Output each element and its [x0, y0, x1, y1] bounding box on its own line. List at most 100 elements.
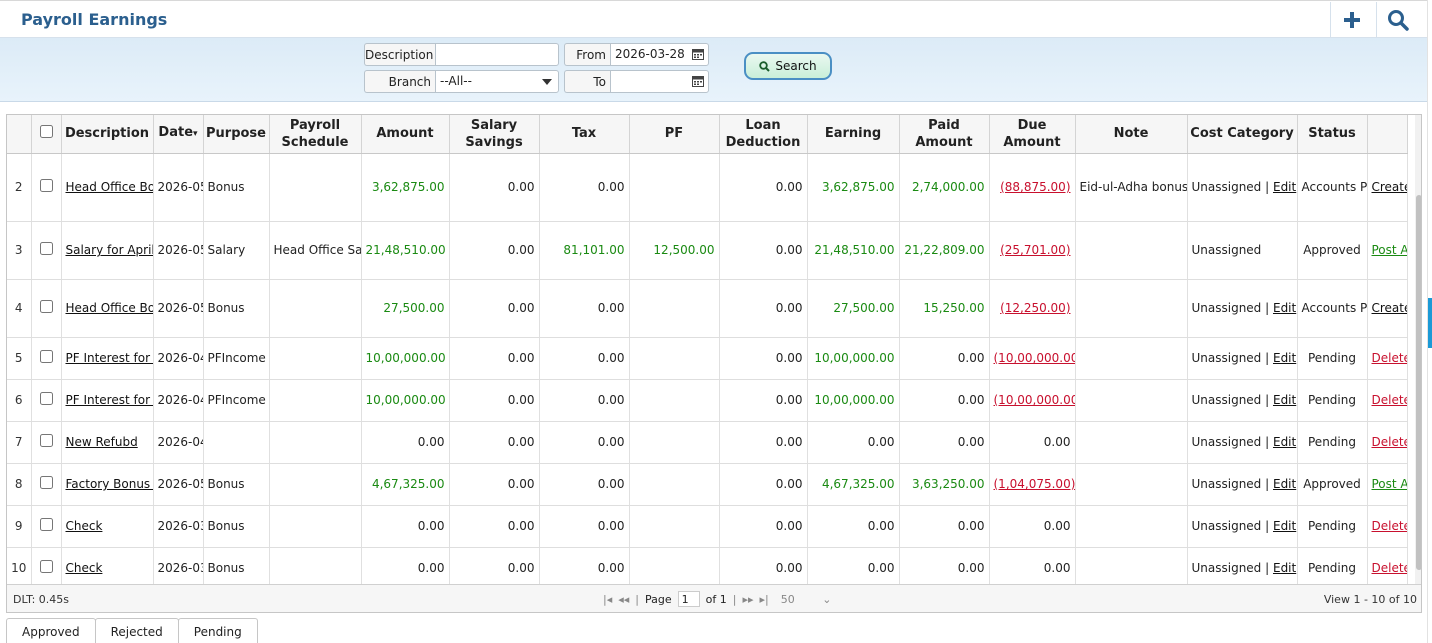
load-time-text: DLT: 0.45s: [13, 593, 70, 606]
create-payment-link[interactable]: Create Payme: [1372, 301, 1407, 315]
header-purpose[interactable]: Purpose: [203, 115, 270, 154]
header-date[interactable]: Date▾: [153, 115, 204, 154]
branch-select[interactable]: --All--: [435, 70, 559, 93]
edit-link[interactable]: Edit: [1273, 180, 1296, 194]
header-paid-amount[interactable]: Paid Amount: [899, 115, 990, 154]
edit-link[interactable]: Edit: [1273, 301, 1296, 315]
header-amount[interactable]: Amount: [361, 115, 450, 154]
edit-link[interactable]: Edit: [1273, 519, 1296, 533]
description-link[interactable]: Check: [66, 561, 103, 575]
post-accounts-link[interactable]: Post Accou: [1372, 477, 1407, 491]
due-amount-value[interactable]: (10,00,000.00): [994, 393, 1075, 407]
delete-link[interactable]: Delete: [1372, 519, 1407, 533]
due-amount-cell: (12,250.00): [989, 279, 1076, 338]
row-checkbox[interactable]: [39, 559, 53, 573]
edit-link[interactable]: Edit: [1273, 393, 1296, 407]
edit-link[interactable]: Edit: [1273, 561, 1296, 575]
header-cost-category[interactable]: Cost Category: [1187, 115, 1298, 154]
calendar-icon[interactable]: [692, 75, 704, 87]
header-note[interactable]: Note: [1075, 115, 1188, 154]
due-amount-value[interactable]: (25,701.00): [1000, 243, 1070, 257]
cost-category-cell: Unassigned | Edit: [1187, 153, 1298, 222]
row-checkbox[interactable]: [39, 349, 53, 363]
pf-cell: 12,500.00: [629, 221, 720, 280]
delete-link[interactable]: Delete: [1372, 435, 1407, 449]
row-checkbox[interactable]: [39, 299, 53, 313]
tab-approved[interactable]: Approved: [6, 618, 96, 643]
due-amount-value[interactable]: (88,875.00): [1000, 180, 1070, 194]
first-page-icon[interactable]: |◂: [603, 593, 612, 606]
due-amount-value[interactable]: (10,00,000.00): [994, 351, 1075, 365]
note-cell: [1075, 279, 1188, 338]
row-number: 8: [7, 463, 32, 506]
description-link[interactable]: New Refubd: [66, 435, 138, 449]
status-cell: Pending: [1297, 379, 1368, 422]
edit-link[interactable]: Edit: [1273, 351, 1296, 365]
table-row[interactable]: 2 Head Office Bonus Policy 20262026-05-03…: [7, 153, 1408, 222]
header-salary-savings[interactable]: Salary Savings: [449, 115, 540, 154]
description-link[interactable]: Head Office Bonus Policy 2026: [66, 180, 153, 194]
vertical-scrollbar[interactable]: [1415, 115, 1421, 584]
description-link[interactable]: PF Interest for 2026: [66, 351, 153, 365]
description-input[interactable]: [435, 43, 559, 66]
due-amount-value[interactable]: (1,04,075.00): [994, 477, 1075, 491]
row-select-cell: [31, 463, 62, 506]
page-number-input[interactable]: [677, 591, 700, 607]
table-row[interactable]: 4 Head Office Bonus Policy 20262026-05-25…: [7, 279, 1408, 338]
create-payment-link[interactable]: Create Payme: [1372, 180, 1407, 194]
scrollbar-thumb[interactable]: [1416, 195, 1421, 570]
table-row[interactable]: 5 PF Interest for 20262026-04-26PFIncome …: [7, 337, 1408, 380]
description-link[interactable]: Check: [66, 519, 103, 533]
description-link[interactable]: Factory Bonus Policy 2026: [66, 477, 153, 491]
prev-page-icon[interactable]: ◂◂: [618, 593, 629, 606]
search-icon: [759, 60, 771, 72]
last-page-icon[interactable]: ▸|: [760, 593, 769, 606]
description-link[interactable]: Head Office Bonus Policy 2026: [66, 301, 153, 315]
table-row[interactable]: 6 PF Interest for 20262026-04-26PFIncome …: [7, 379, 1408, 422]
description-link[interactable]: Salary for April, 2026: [66, 243, 153, 257]
tax-cell: 0.00: [539, 505, 630, 548]
from-date-input[interactable]: 2026-03-28: [610, 43, 709, 66]
header-pf[interactable]: PF: [629, 115, 720, 154]
calendar-icon[interactable]: [692, 48, 704, 60]
payroll-schedule-cell: Head Office Salary for April, 2026: [269, 221, 362, 280]
row-checkbox[interactable]: [39, 517, 53, 531]
edit-link[interactable]: Edit: [1273, 435, 1296, 449]
row-checkbox[interactable]: [39, 241, 53, 255]
header-loan-deduction[interactable]: Loan Deduction: [719, 115, 808, 154]
search-toggle-button[interactable]: [1376, 2, 1418, 38]
header-payroll-schedule[interactable]: Payroll Schedule: [269, 115, 362, 154]
search-button[interactable]: Search: [744, 52, 832, 80]
header-earning[interactable]: Earning: [807, 115, 900, 154]
header-status[interactable]: Status: [1297, 115, 1368, 154]
cost-category-value: Unassigned: [1191, 561, 1262, 575]
delete-link[interactable]: Delete: [1372, 561, 1407, 575]
table-row[interactable]: 7New Refubd2026-04-260.000.000.000.000.0…: [7, 421, 1408, 464]
header-tax[interactable]: Tax: [539, 115, 630, 154]
to-date-input[interactable]: [610, 70, 709, 93]
delete-link[interactable]: Delete: [1372, 393, 1407, 407]
edit-link[interactable]: Edit: [1273, 477, 1296, 491]
table-row[interactable]: 8 Factory Bonus Policy 20262026-05-25Bonu…: [7, 463, 1408, 506]
description-link[interactable]: PF Interest for 2026: [66, 393, 153, 407]
select-all-checkbox[interactable]: [39, 124, 53, 138]
header-description[interactable]: Description: [61, 115, 154, 154]
side-accent-tab[interactable]: [1428, 298, 1432, 348]
table-row[interactable]: 3 Salary for April, 20262026-05-05SalaryH…: [7, 221, 1408, 280]
row-checkbox[interactable]: [39, 391, 53, 405]
add-button[interactable]: [1330, 2, 1372, 38]
due-amount-value[interactable]: (12,250.00): [1000, 301, 1070, 315]
post-accounts-link[interactable]: Post Accou: [1372, 243, 1407, 257]
row-checkbox[interactable]: [39, 433, 53, 447]
delete-link[interactable]: Delete: [1372, 351, 1407, 365]
header-due-amount[interactable]: Due Amount: [989, 115, 1076, 154]
table-row[interactable]: 9Check2026-03-31Bonus0.000.000.000.000.0…: [7, 505, 1408, 548]
description-cell: Head Office Bonus Policy 2026: [61, 279, 154, 338]
tab-pending[interactable]: Pending: [177, 618, 258, 643]
next-page-icon[interactable]: ▸▸: [742, 593, 753, 606]
row-checkbox[interactable]: [39, 475, 53, 489]
tab-rejected[interactable]: Rejected: [94, 618, 179, 643]
row-checkbox[interactable]: [39, 178, 53, 192]
rows-per-page-select[interactable]: 50 ⌄: [781, 593, 832, 606]
table-row[interactable]: 10Check2026-03-31Bonus0.000.000.000.000.…: [7, 547, 1408, 590]
